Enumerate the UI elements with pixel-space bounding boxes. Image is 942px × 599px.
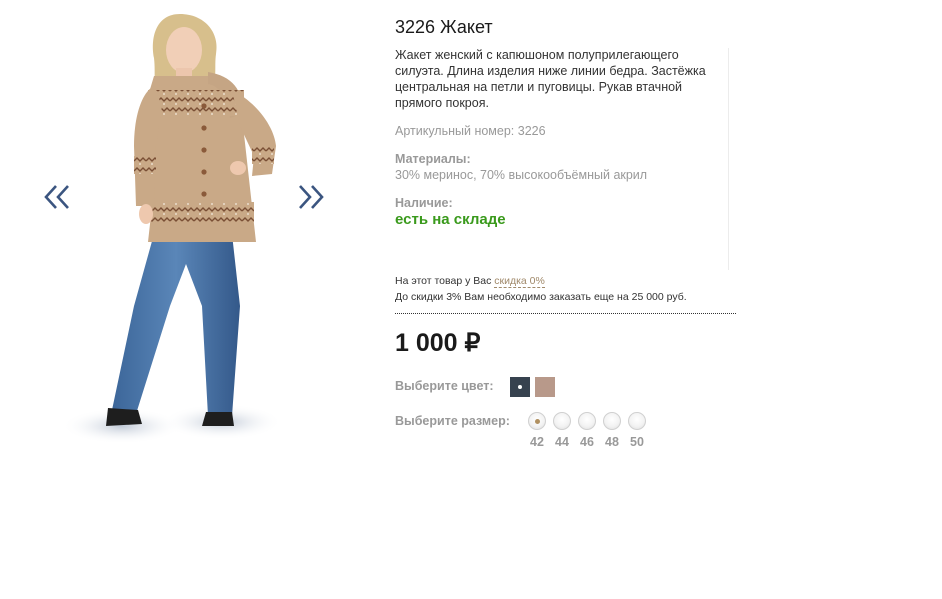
size-number: 42 xyxy=(530,435,544,449)
size-option-44[interactable]: 44 xyxy=(551,412,573,449)
product-photo[interactable] xyxy=(62,6,302,462)
discount-text: На этот товар у Вас xyxy=(395,275,492,287)
divider-dotted xyxy=(395,313,736,314)
size-number: 48 xyxy=(605,435,619,449)
size-number: 46 xyxy=(580,435,594,449)
materials-label: Материалы: xyxy=(395,152,471,166)
double-chevron-right-icon xyxy=(299,185,324,209)
gallery-next-button[interactable] xyxy=(294,177,328,217)
size-label: Выберите размер: xyxy=(395,414,510,428)
discount-note: До скидки 3% Вам необходимо заказать еще… xyxy=(395,291,687,303)
size-radio[interactable] xyxy=(628,412,646,430)
size-option-42[interactable]: 42 xyxy=(526,412,548,449)
product-description: Жакет женский с капюшоном полуприлегающе… xyxy=(395,48,706,110)
availability-status: есть на складе xyxy=(395,211,506,228)
color-label: Выберите цвет: xyxy=(395,379,494,393)
size-option-50[interactable]: 50 xyxy=(626,412,648,449)
product-gallery xyxy=(0,0,360,470)
size-option-46[interactable]: 46 xyxy=(576,412,598,449)
availability-label: Наличие: xyxy=(395,196,453,210)
discount-link[interactable]: скидка 0% xyxy=(494,275,545,288)
color-swatch-dark[interactable] xyxy=(510,377,530,397)
size-radio[interactable] xyxy=(578,412,596,430)
size-option-48[interactable]: 48 xyxy=(601,412,623,449)
size-number: 44 xyxy=(555,435,569,449)
product-title: 3226 Жакет xyxy=(395,17,493,37)
discount-info: На этот товар у Вас скидка 0% xyxy=(395,275,545,288)
size-radio[interactable] xyxy=(528,412,546,430)
materials-value: 30% меринос, 70% высокообъёмный акрил xyxy=(395,168,648,182)
color-swatch-beige[interactable] xyxy=(535,377,555,397)
divider-vertical xyxy=(728,48,729,270)
product-price: 1 000 ₽ xyxy=(395,329,481,357)
size-radio[interactable] xyxy=(603,412,621,430)
size-radio[interactable] xyxy=(553,412,571,430)
size-number: 50 xyxy=(630,435,644,449)
product-sku: Артикульный номер: 3226 xyxy=(395,124,546,138)
